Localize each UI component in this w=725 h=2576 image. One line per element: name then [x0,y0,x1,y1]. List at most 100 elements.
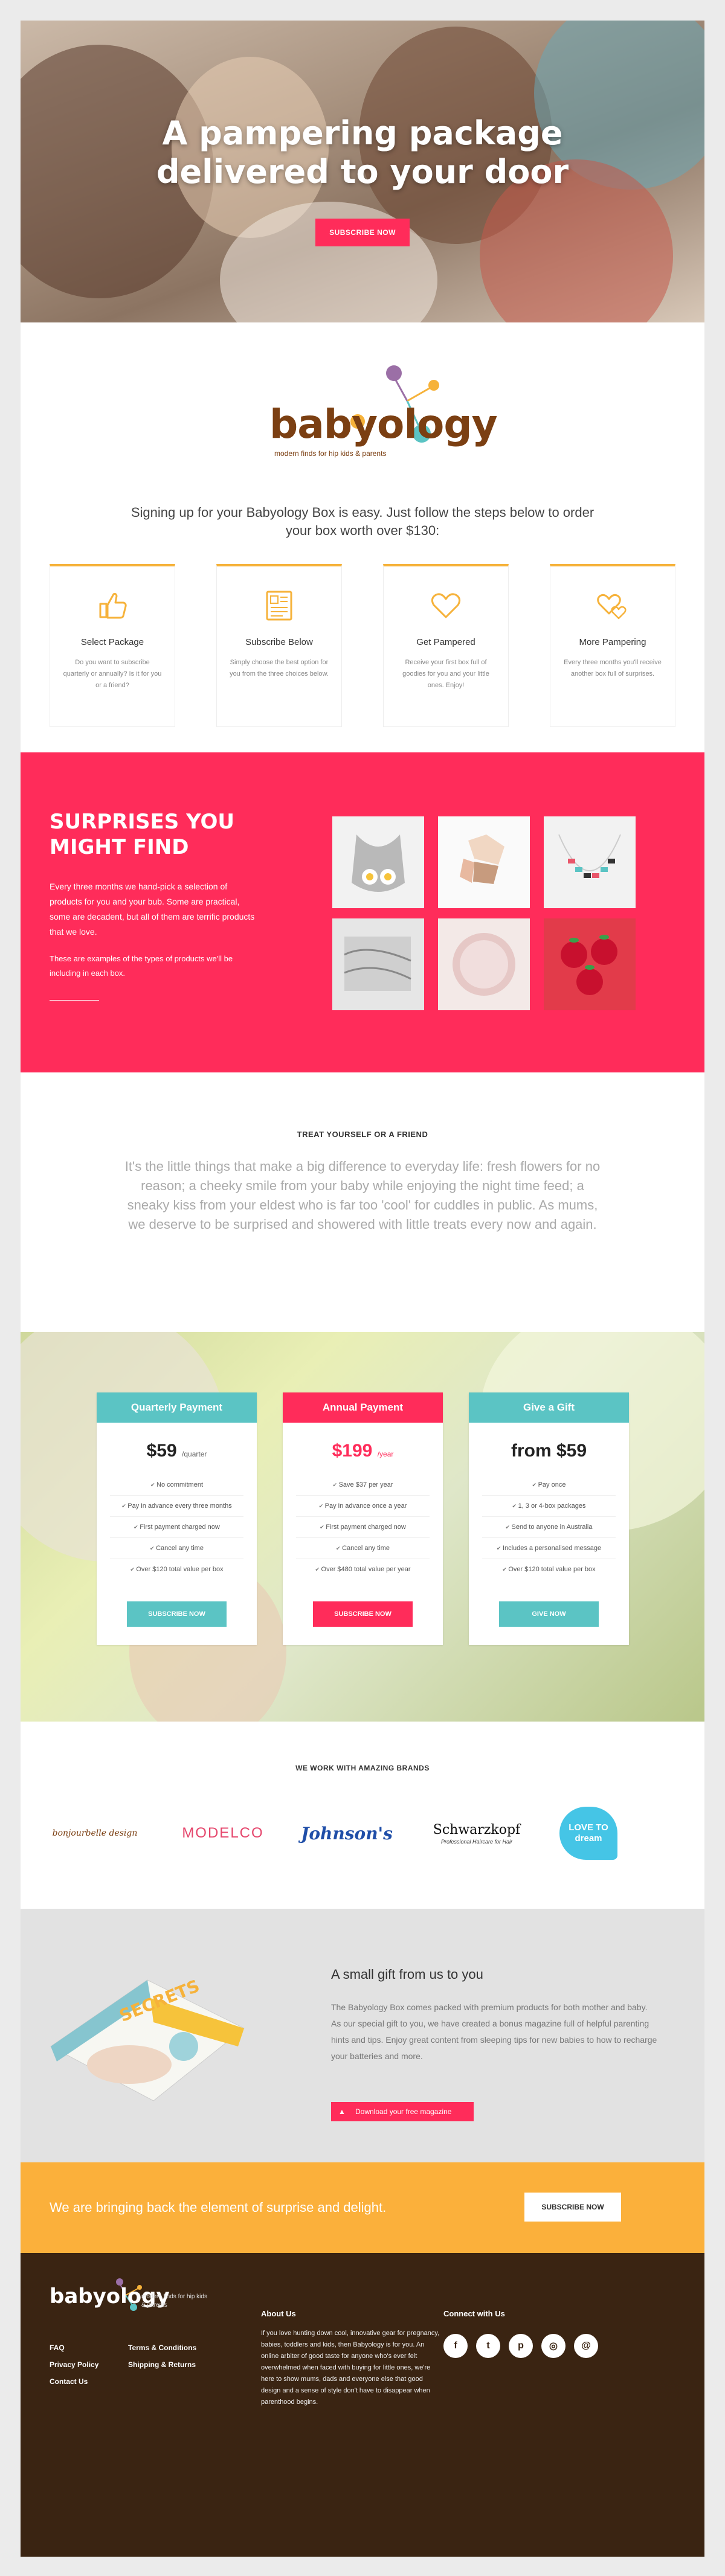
pricing-price: $59 /quarter [97,1441,257,1461]
surprises-title-line1: SURPRISES YOU [50,810,234,834]
step-text: Do you want to subscribe quarterly or an… [63,659,162,689]
price-amount: from $59 [511,1441,587,1461]
babyology-logo: babyology modern finds for hip kids & pa… [262,359,498,467]
footer-link-shipping[interactable]: Shipping & Returns [128,2360,196,2369]
footer-about: About Us If you love hunting down cool, … [261,2309,442,2408]
hero-subscribe-button[interactable]: SUBSCRIBE NOW [315,219,410,246]
feature-item: Includes a personalised message [482,1537,616,1559]
step-text: Simply choose the best option for you fr… [230,659,329,678]
feature-item: No commitment [97,1475,257,1495]
footer-about-title: About Us [261,2309,296,2318]
footer-link-terms[interactable]: Terms & Conditions [128,2344,196,2352]
brands-heading: WE WORK WITH AMAZING BRANDS [295,1764,430,1772]
step-title: Get Pampered [416,637,475,647]
email-icon[interactable]: @ [574,2334,598,2358]
step-card: Select Package Do you want to subscribe … [50,564,175,727]
product-image-necklace [544,816,636,908]
cta-text: We are bringing back the element of surp… [50,2200,387,2215]
surprises-title: SURPRISES YOU MIGHT FIND [50,809,291,860]
feature-item: 1, 3 or 4-box packages [482,1495,616,1516]
step-card: Subscribe Below Simply choose the best o… [216,564,342,727]
subscribe-quarterly-button[interactable]: SUBSCRIBE NOW [127,1601,227,1627]
footer-connect: Connect with Us f t p ◎ @ [443,2309,625,2358]
price-unit: /quarter [182,1450,207,1458]
feature-list: Save $37 per year Pay in advance once a … [283,1475,443,1580]
feature-item: Save $37 per year [283,1475,443,1495]
divider [50,1000,99,1001]
free-magazine-image: SECRETS [45,1956,247,2104]
intro-section: babyology modern finds for hip kids & pa… [21,322,704,781]
pricing-card-annual: Annual Payment $199 /year Save $37 per y… [283,1392,443,1645]
pricing-price: from $59 [469,1441,629,1461]
hero-title-line1: A pampering package [162,114,563,152]
feature-list: Pay once 1, 3 or 4-box packages Send to … [469,1475,629,1580]
brand-logo-johnsons: Johnson's [298,1806,395,1860]
thumbs-up-icon [99,592,127,619]
feature-item: Send to anyone in Australia [482,1516,616,1537]
heart-icon [431,593,461,618]
footer-link-faq[interactable]: FAQ [50,2344,65,2352]
pricing-section: Quarterly Payment $59 /quarter No commit… [21,1332,704,1722]
brand-label: MODELCO [182,1825,264,1841]
download-label: Download your free magazine [355,2107,452,2116]
feature-item: Over $120 total value per box [110,1559,243,1580]
facebook-icon[interactable]: f [443,2334,468,2358]
pricing-price: $199 /year [283,1441,443,1461]
brand-logo-lovetodream: LOVE TO dream [552,1806,625,1860]
feature-item: Over $480 total value per year [296,1559,430,1580]
footer-about-text: If you love hunting down cool, innovativ… [261,2330,440,2406]
step-text: Receive your first box full of goodies f… [402,659,489,689]
treat-section: TREAT YOURSELF OR A FRIEND It's the litt… [21,1072,704,1332]
brand-logo-schwarzkopf: Schwarzkopf Professional Haircare for Ha… [419,1806,534,1860]
feature-item: Cancel any time [110,1537,243,1559]
step-title: More Pampering [579,637,646,647]
newspaper-icon [266,591,292,621]
footer-link-privacy[interactable]: Privacy Policy [50,2360,98,2369]
logo-tagline: modern finds for hip kids & parents [274,449,387,458]
pricing-card-quarterly: Quarterly Payment $59 /quarter No commit… [97,1392,257,1645]
feature-item: First payment charged now [296,1516,430,1537]
pinterest-icon[interactable]: p [509,2334,533,2358]
give-gift-button[interactable]: GIVE NOW [499,1601,599,1627]
price-amount: $199 [332,1441,373,1461]
surprises-section: SURPRISES YOU MIGHT FIND Every three mon… [21,752,704,1072]
footer-tagline: modern finds for hip kids & parents [141,2293,207,2308]
instagram-icon[interactable]: ◎ [541,2334,566,2358]
brand-logo-bonjourbelle: bonjourbelle design [50,1806,140,1860]
surprises-text: Every three months we hand-pick a select… [50,882,255,937]
brand-label: Johnson's [301,1823,393,1844]
brand-logo-modelco: MODELCO [178,1806,268,1860]
brand-label: Schwarzkopf [433,1822,521,1837]
step-title: Select Package [80,637,144,647]
gift-section: SECRETS A small gift from us to you The … [21,1909,704,2162]
feature-item: Over $120 total value per box [482,1559,616,1580]
price-unit: /year [377,1450,394,1458]
hero-banner: A pampering package delivered to your do… [21,21,704,322]
step-card: More Pampering Every three months you'll… [550,564,675,727]
cta-bar: We are bringing back the element of surp… [21,2162,704,2253]
step-title: Subscribe Below [245,637,313,647]
price-amount: $59 [146,1441,177,1461]
brand-sublabel: Professional Haircare for Hair [440,1838,513,1845]
feature-item: Cancel any time [296,1537,430,1559]
treat-text: It's the little things that make a big d… [124,1159,601,1232]
step-card: Get Pampered Receive your first box full… [383,564,509,727]
product-image-apples [544,918,636,1010]
feature-item: Pay in advance once a year [296,1495,430,1516]
treat-heading: TREAT YOURSELF OR A FRIEND [297,1130,428,1139]
pricing-card-header: Annual Payment [283,1392,443,1423]
feature-list: No commitment Pay in advance every three… [97,1475,257,1580]
page: A pampering package delivered to your do… [0,0,725,2576]
pricing-card-gift: Give a Gift from $59 Pay once 1, 3 or 4-… [469,1392,629,1645]
subscribe-annual-button[interactable]: SUBSCRIBE NOW [313,1601,413,1627]
product-image-cream [438,918,530,1010]
intro-lead-text: Signing up for your Babyology Box is eas… [130,505,594,538]
love-to-dream-heart-icon: LOVE TO dream [559,1807,617,1860]
download-magazine-button[interactable]: ▲ Download your free magazine [331,2102,474,2121]
pricing-card-header: Quarterly Payment [97,1392,257,1423]
footer-link-contact[interactable]: Contact Us [50,2377,88,2386]
steps-row: Select Package Do you want to subscribe … [50,564,675,727]
twitter-icon[interactable]: t [476,2334,500,2358]
gift-title: A small gift from us to you [331,1967,483,1982]
cta-subscribe-button[interactable]: SUBSCRIBE NOW [524,2193,621,2222]
